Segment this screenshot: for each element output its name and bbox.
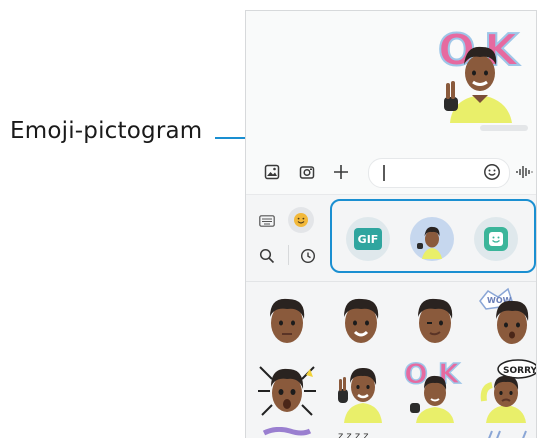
ar-emoji-avatar-button[interactable] — [410, 217, 454, 261]
emoji-icon[interactable] — [482, 162, 502, 182]
text-cursor — [383, 165, 385, 181]
svg-text:O: O — [404, 357, 428, 390]
sticker-avatar-neutral[interactable] — [256, 287, 318, 353]
bitmoji-icon — [484, 227, 508, 251]
callout-label: Emoji-pictogram — [10, 118, 203, 144]
sticker-avatar-ok[interactable]: OK — [403, 356, 466, 423]
sticker-avatar-wow[interactable]: WOW — [478, 287, 536, 353]
message-timestamp — [480, 125, 528, 131]
sticker-partial-4[interactable] — [478, 427, 536, 438]
add-icon[interactable] — [331, 162, 351, 182]
emoji-panel: GIF WOW O K SORRY z z z z — [246, 194, 536, 438]
message-sticker: O K — [436, 23, 526, 123]
category-separator — [288, 245, 289, 265]
emoji-face-icon[interactable] — [288, 207, 314, 233]
svg-text:SORRY: SORRY — [503, 366, 537, 376]
gif-button[interactable]: GIF — [346, 217, 390, 261]
input-toolbar — [246, 156, 536, 188]
voice-icon[interactable] — [514, 162, 534, 182]
sticker-partial-1[interactable] — [256, 427, 318, 438]
phone-screen: O K GIF WOW O K SORRY z z z z — [245, 10, 537, 438]
sticker-partial-3[interactable] — [404, 427, 466, 438]
recent-icon[interactable] — [294, 242, 322, 270]
camera-icon[interactable] — [297, 162, 317, 182]
gallery-icon[interactable] — [262, 162, 282, 182]
sticker-avatar-wave[interactable] — [330, 357, 392, 423]
keyboard-icon[interactable] — [253, 207, 281, 235]
category-column — [246, 195, 326, 290]
bitmoji-sticker-button[interactable] — [474, 217, 518, 261]
sticker-partial-2[interactable]: z z z z — [330, 427, 392, 438]
sticker-avatar-sorry[interactable]: SORRY — [478, 357, 537, 423]
sticker-avatar-wink[interactable] — [404, 287, 466, 353]
sticker-avatar-shock[interactable] — [256, 357, 318, 423]
gif-label: GIF — [354, 228, 382, 250]
content-type-highlight: GIF — [330, 199, 536, 273]
sticker-avatar-smile[interactable] — [330, 287, 392, 353]
avatar-thumbnail-icon — [417, 226, 442, 259]
search-icon[interactable] — [253, 242, 281, 270]
panel-separator — [246, 281, 536, 282]
